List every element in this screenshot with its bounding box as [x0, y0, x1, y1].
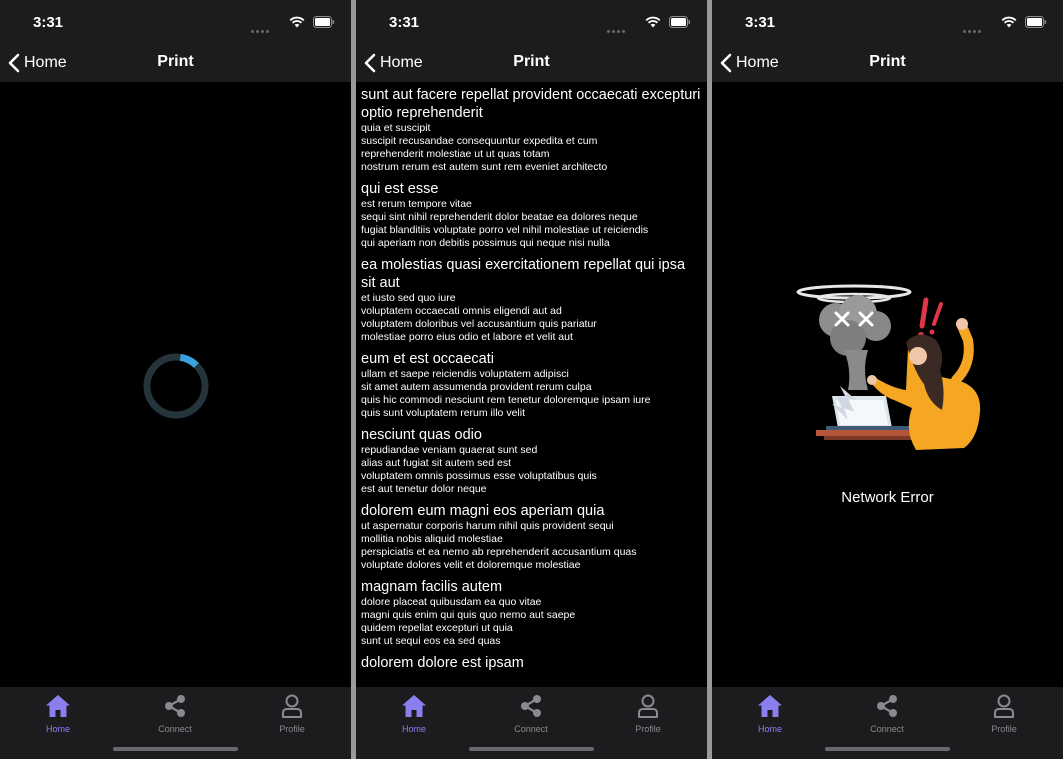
- cellular-icon: [963, 20, 983, 38]
- status-bar: 3:31: [356, 0, 707, 44]
- list-item[interactable]: magnam facilis autem dolore placeat quibu…: [361, 578, 702, 648]
- tab-profile-label: Profile: [635, 724, 661, 734]
- tab-home[interactable]: Home: [28, 693, 88, 734]
- post-body: ut aspernatur corporis harum nihil quis …: [361, 520, 637, 571]
- post-body: ullam et saepe reiciendis voluptatem adi…: [361, 368, 651, 419]
- post-title: qui est esse: [361, 181, 439, 197]
- post-body: est rerum tempore vitae sequi sint nihil…: [361, 198, 649, 249]
- home-icon: [758, 695, 782, 717]
- share-icon: [165, 695, 185, 717]
- status-time: 3:31: [745, 14, 776, 31]
- home-indicator: [469, 747, 594, 751]
- battery-icon: [313, 16, 335, 28]
- phone-screen-loading: 3:31 Home Print Home Connect Profile: [0, 0, 351, 759]
- error-message: Network Error: [841, 489, 934, 506]
- cellular-icon: [251, 20, 271, 38]
- home-indicator: [113, 747, 238, 751]
- home-icon: [402, 695, 426, 717]
- page-title: Print: [869, 53, 906, 70]
- post-body: repudiandae veniam quaerat sunt sed alia…: [361, 444, 597, 495]
- home-indicator: [825, 747, 950, 751]
- tab-profile-label: Profile: [991, 724, 1017, 734]
- wifi-icon: [1001, 16, 1017, 28]
- post-title: dolorem eum magni eos aperiam quia: [361, 503, 605, 519]
- post-body: dolore placeat quibusdam ea quo vitae ma…: [361, 596, 576, 647]
- tab-connect[interactable]: Connect: [501, 693, 561, 734]
- tab-bar: Home Connect Profile: [356, 687, 707, 759]
- battery-icon: [1025, 16, 1047, 28]
- nav-bar: Home Print: [356, 44, 707, 82]
- tab-profile[interactable]: Profile: [618, 693, 678, 734]
- status-bar: 3:31: [712, 0, 1063, 44]
- page-title: Print: [513, 53, 550, 70]
- list-item[interactable]: qui est esse est rerum tempore vitae sequ…: [361, 180, 702, 250]
- page-title: Print: [157, 53, 194, 70]
- phone-screen-list: 3:31 Home Print sunt aut facere repellat…: [356, 0, 707, 759]
- wifi-icon: [645, 16, 661, 28]
- tab-home-label: Home: [757, 724, 782, 734]
- network-error-illustration: [796, 284, 981, 450]
- cellular-icon: [607, 20, 627, 38]
- phone-screen-error: 3:31 Home Print Network Error Home Conne…: [712, 0, 1063, 759]
- nav-bar: Home Print: [712, 44, 1063, 82]
- list-item[interactable]: dolorem eum magni eos aperiam quia ut asp…: [361, 502, 702, 572]
- post-body: et iusto sed quo iure voluptatem occaeca…: [361, 292, 597, 343]
- tab-profile[interactable]: Profile: [262, 693, 322, 734]
- tab-connect-label: Connect: [870, 724, 904, 734]
- tab-connect[interactable]: Connect: [145, 693, 205, 734]
- tab-connect-label: Connect: [158, 724, 192, 734]
- list-item[interactable]: eum et est occaecati ullam et saepe reici…: [361, 350, 702, 420]
- post-title: magnam facilis autem: [361, 579, 503, 595]
- post-title: eum et est occaecati: [361, 351, 494, 367]
- tab-bar: Home Connect Profile: [0, 687, 351, 759]
- content-area: [0, 82, 351, 687]
- post-list: sunt aut facere repellat provident occae…: [356, 82, 707, 672]
- tab-profile[interactable]: Profile: [974, 693, 1034, 734]
- list-item[interactable]: ea molestias quasi exercitationem repell…: [361, 256, 702, 344]
- spinner-progress-arc: [179, 353, 199, 368]
- wifi-icon: [289, 16, 305, 28]
- post-title: dolorem dolore est ipsam: [361, 655, 524, 671]
- post-title: ea molestias quasi exercitationem repell…: [361, 257, 686, 291]
- tab-home[interactable]: Home: [740, 693, 800, 734]
- content-area: Network Error: [712, 82, 1063, 687]
- user-icon: [994, 694, 1014, 718]
- list-item[interactable]: sunt aut facere repellat provident occae…: [361, 86, 702, 174]
- post-title: sunt aut facere repellat provident occae…: [361, 87, 701, 121]
- battery-icon: [669, 16, 691, 28]
- nav-bar: Home Print: [0, 44, 351, 82]
- share-icon: [521, 695, 541, 717]
- status-bar: 3:31: [0, 0, 351, 44]
- user-icon: [638, 694, 658, 718]
- home-icon: [46, 695, 70, 717]
- list-item[interactable]: nesciunt quas odio repudiandae veniam qua…: [361, 426, 702, 496]
- tab-connect[interactable]: Connect: [857, 693, 917, 734]
- status-time: 3:31: [33, 14, 64, 31]
- tab-home-label: Home: [401, 724, 426, 734]
- post-body: quia et suscipit suscipit recusandae con…: [361, 122, 608, 173]
- tab-profile-label: Profile: [279, 724, 305, 734]
- status-time: 3:31: [389, 14, 420, 31]
- post-list-scroll[interactable]: sunt aut facere repellat provident occae…: [356, 82, 707, 687]
- tab-connect-label: Connect: [514, 724, 548, 734]
- tab-home-label: Home: [45, 724, 70, 734]
- list-item[interactable]: dolorem dolore est ipsam: [361, 654, 702, 672]
- post-title: nesciunt quas odio: [361, 427, 482, 443]
- tab-bar: Home Connect Profile: [712, 687, 1063, 759]
- loading-spinner: [143, 353, 209, 419]
- share-icon: [877, 695, 897, 717]
- user-icon: [282, 694, 302, 718]
- tab-home[interactable]: Home: [384, 693, 444, 734]
